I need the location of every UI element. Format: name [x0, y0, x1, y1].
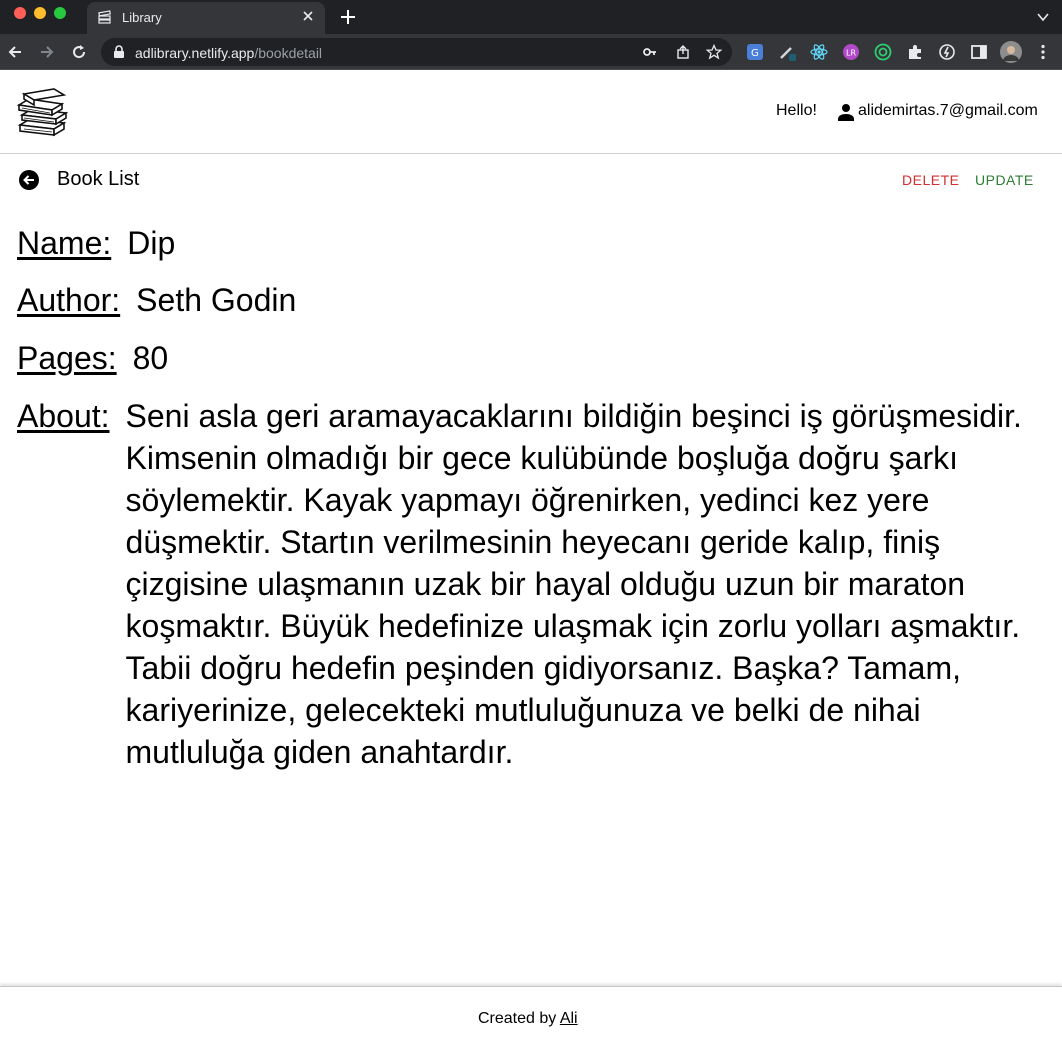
window-minimize-dot[interactable]: [34, 7, 46, 19]
svg-text:LR: LR: [846, 49, 856, 58]
tab-search-chevron-icon[interactable]: [1036, 10, 1050, 24]
back-nav-icon[interactable]: [6, 43, 24, 61]
book-author-row: Author: Seth Godin: [17, 279, 1047, 321]
name-label: Name:: [17, 225, 112, 261]
page-footer: Created by Ali: [0, 986, 1062, 1041]
book-pages-row: Pages: 80: [17, 337, 1047, 379]
translate-extension-icon[interactable]: G: [746, 43, 764, 61]
svg-text:G: G: [751, 48, 759, 59]
book-pages: 80: [132, 340, 169, 376]
lock-icon: [114, 45, 124, 58]
update-button[interactable]: UPDATE: [975, 172, 1034, 188]
user-icon: [838, 104, 854, 121]
profile-avatar-icon[interactable]: [1000, 41, 1022, 63]
back-arrow-icon[interactable]: [18, 169, 40, 191]
reload-icon[interactable]: [70, 43, 88, 61]
lr-extension-icon[interactable]: LR: [842, 43, 860, 61]
share-icon[interactable]: [675, 44, 691, 60]
app-header: Hello! alidemirtas.7@gmail.com: [0, 71, 1062, 154]
browser-toolbar: adlibrary.netlify.app/bookdetail G LR: [0, 34, 1062, 70]
browser-tab-bar: Library: [0, 0, 1062, 34]
tab-title: Library: [122, 10, 162, 25]
browser-tab-active[interactable]: Library: [87, 2, 325, 34]
react-devtools-icon[interactable]: [810, 43, 828, 61]
sync-extension-icon[interactable]: [938, 43, 956, 61]
footer-author-link[interactable]: Ali: [560, 1010, 578, 1027]
book-list-link[interactable]: Book List: [57, 168, 139, 191]
book-name: Dip: [127, 225, 176, 261]
pen-extension-icon[interactable]: [778, 43, 796, 61]
target-extension-icon[interactable]: [874, 43, 892, 61]
footer-prefix: Created by: [478, 1010, 560, 1027]
star-icon[interactable]: [706, 44, 722, 60]
extensions-puzzle-icon[interactable]: [906, 43, 924, 61]
tab-close-icon[interactable]: [301, 9, 315, 23]
author-label: Author:: [17, 282, 121, 318]
book-about: Seni asla geri aramayacaklarını bildiğin…: [125, 398, 1022, 770]
footer-credit: Created by Ali: [478, 1010, 578, 1028]
book-about-row: About: Seni asla geri aramayacaklarını b…: [17, 395, 1047, 773]
greeting-text: Hello!: [776, 102, 817, 119]
book-author: Seth Godin: [136, 282, 297, 318]
address-bar[interactable]: adlibrary.netlify.app/bookdetail: [101, 38, 732, 66]
address-url: adlibrary.netlify.app/bookdetail: [135, 45, 323, 61]
key-icon[interactable]: [642, 44, 658, 60]
window-close-dot[interactable]: [14, 7, 26, 19]
books-logo-icon[interactable]: [16, 85, 70, 137]
about-label: About:: [17, 398, 110, 434]
forward-nav-icon[interactable]: [38, 43, 56, 61]
delete-button[interactable]: DELETE: [902, 172, 959, 188]
book-name-row: Name: Dip: [17, 222, 1047, 264]
user-email: alidemirtas.7@gmail.com: [858, 102, 1038, 119]
browser-menu-icon[interactable]: [1034, 43, 1052, 61]
pages-label: Pages:: [17, 340, 117, 376]
books-favicon-icon: [98, 10, 111, 24]
new-tab-icon[interactable]: [339, 8, 357, 26]
window-zoom-dot[interactable]: [54, 7, 66, 19]
side-panel-icon[interactable]: [970, 43, 988, 61]
